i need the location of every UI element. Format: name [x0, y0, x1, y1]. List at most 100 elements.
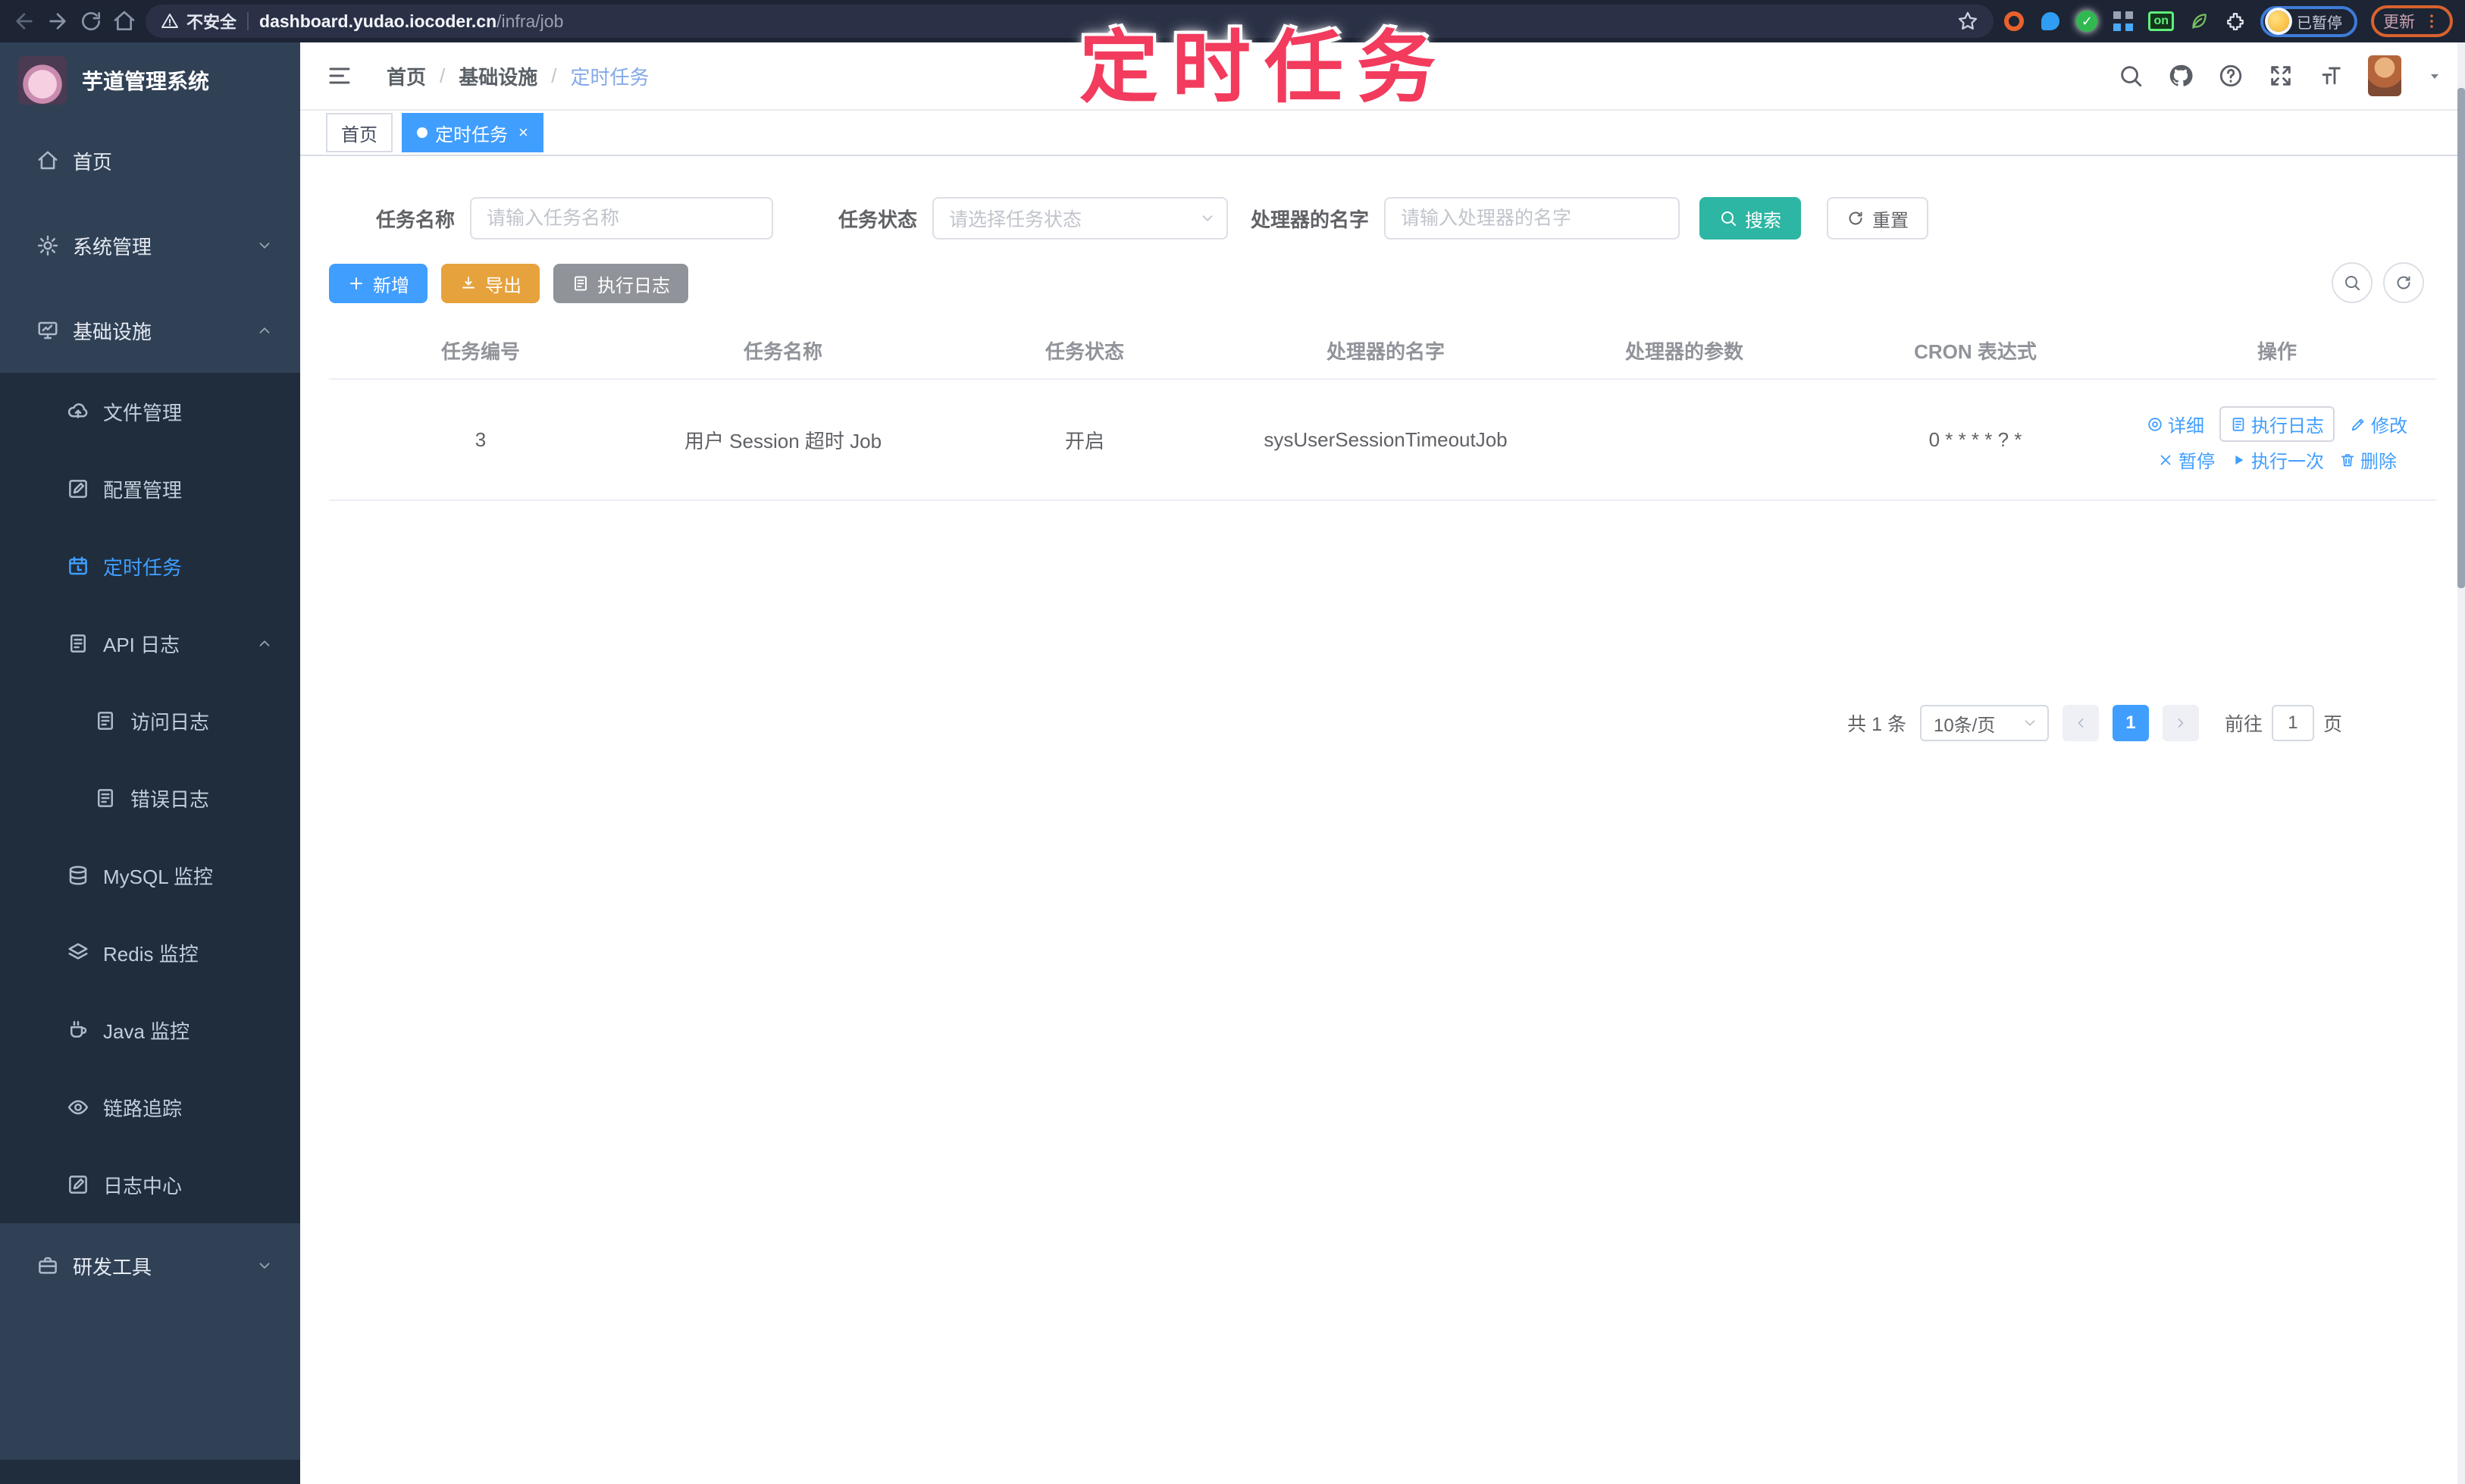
- browser-profile-chip[interactable]: 已暂停: [2260, 5, 2357, 37]
- sidebar-item-mysql-monitor[interactable]: MySQL 监控: [0, 837, 300, 914]
- sidebar-item-home[interactable]: 首页: [0, 118, 300, 203]
- chevron-down-icon: [256, 1257, 273, 1274]
- security-status[interactable]: 不安全: [161, 9, 236, 33]
- chevron-left-icon: [2073, 715, 2088, 731]
- sidebar-item-log-center[interactable]: 日志中心: [0, 1146, 300, 1223]
- plus-icon: [347, 274, 365, 293]
- sidebar-item-config-management[interactable]: 配置管理: [0, 450, 300, 528]
- sidebar-item-error-logs[interactable]: 错误日志: [0, 759, 300, 837]
- close-icon: [2157, 452, 2174, 468]
- address-bar[interactable]: 不安全 dashboard.yudao.iocoder.cn/infra/job: [146, 5, 1994, 38]
- bookmark-star-icon[interactable]: [1957, 11, 1978, 32]
- edit-square-icon: [67, 477, 89, 500]
- sidebar-item-redis-monitor[interactable]: Redis 监控: [0, 914, 300, 991]
- font-size-icon[interactable]: [2318, 63, 2344, 89]
- sidebar-item-java-monitor[interactable]: Java 监控: [0, 991, 300, 1069]
- refresh-icon: [1846, 209, 1865, 227]
- job-status-select[interactable]: 请选择任务状态: [932, 197, 1229, 240]
- add-button[interactable]: 新增: [329, 264, 428, 303]
- next-page-button[interactable]: [2162, 705, 2199, 741]
- breadcrumb-home[interactable]: 首页: [387, 62, 426, 90]
- logo-avatar: [18, 56, 67, 105]
- refresh-table-button[interactable]: [2383, 262, 2424, 303]
- github-icon[interactable]: [2168, 63, 2194, 89]
- page-unit-label: 页: [2322, 714, 2342, 735]
- exec-log-link[interactable]: 执行日志: [2219, 406, 2335, 442]
- page-size-select[interactable]: 10条/页: [1919, 705, 2049, 741]
- cell-handler-name: sysUserSessionTimeoutJob: [1264, 427, 1508, 451]
- export-button[interactable]: 导出: [441, 264, 540, 303]
- extension-on-badge[interactable]: on: [2148, 11, 2174, 31]
- user-avatar[interactable]: [2368, 55, 2401, 96]
- chevron-down-icon: [1199, 210, 1216, 227]
- chevron-right-icon: [2173, 715, 2188, 731]
- sidebar: 芋道管理系统 首页 系统管理 基础设施 文件管理 配置管理 定时任务 API 日…: [0, 42, 300, 1484]
- cell-job-name: 用户 Session 超时 Job: [684, 429, 882, 452]
- hamburger-icon[interactable]: [326, 62, 353, 89]
- question-icon[interactable]: [2218, 63, 2244, 89]
- fullscreen-icon[interactable]: [2268, 63, 2294, 89]
- sidebar-item-system-management[interactable]: 系统管理: [0, 203, 300, 288]
- sidebar-item-api-logs[interactable]: API 日志: [0, 605, 300, 682]
- prev-page-button[interactable]: [2062, 705, 2099, 741]
- profile-paused-label: 已暂停: [2297, 14, 2342, 32]
- menu-dots-icon[interactable]: [2423, 12, 2441, 30]
- delete-link[interactable]: 删除: [2339, 446, 2397, 473]
- edit-link[interactable]: 修改: [2350, 411, 2407, 437]
- extension-leaf-icon[interactable]: [2188, 10, 2210, 33]
- tab-scheduled-jobs[interactable]: 定时任务 ×: [402, 113, 543, 152]
- screen: 不安全 dashboard.yudao.iocoder.cn/infra/job…: [0, 0, 2465, 1484]
- search-icon: [2343, 274, 2361, 292]
- back-arrow-icon[interactable]: [12, 9, 36, 33]
- sidebar-item-dev-tools[interactable]: 研发工具: [0, 1223, 300, 1308]
- extension-orange-icon[interactable]: [2003, 10, 2025, 33]
- goto-label: 前往: [2224, 714, 2263, 735]
- job-name-input[interactable]: [470, 197, 774, 240]
- browser-update-chip[interactable]: 更新: [2371, 5, 2453, 37]
- run-once-link[interactable]: 执行一次: [2230, 446, 2324, 473]
- handler-name-input[interactable]: [1384, 197, 1680, 240]
- url-text: dashboard.yudao.iocoder.cn/infra/job: [259, 11, 564, 31]
- cell-operations: 详细 执行日志 修改 暂停 执行一次 删除: [2118, 393, 2436, 487]
- pause-link[interactable]: 暂停: [2157, 446, 2215, 473]
- sidebar-item-trace[interactable]: 链路追踪: [0, 1069, 300, 1146]
- gear-icon: [36, 234, 59, 257]
- chevron-down-icon: [256, 237, 273, 254]
- detail-link[interactable]: 详细: [2147, 411, 2204, 437]
- sidebar-item-infrastructure[interactable]: 基础设施: [0, 288, 300, 373]
- search-button[interactable]: 搜索: [1699, 197, 1802, 240]
- exec-log-button[interactable]: 执行日志: [553, 264, 688, 303]
- cell-cron: 0 * * * * ? *: [1928, 427, 2022, 451]
- pagination: 共 1 条 10条/页 1 前往 页: [1847, 705, 2342, 741]
- tab-close-icon[interactable]: ×: [518, 123, 528, 142]
- search-icon[interactable]: [2118, 63, 2144, 89]
- document-icon: [94, 709, 117, 732]
- logo-row[interactable]: 芋道管理系统: [0, 42, 300, 118]
- view-icon: [2147, 416, 2163, 433]
- scrollbar-thumb[interactable]: [2457, 88, 2465, 588]
- forward-arrow-icon[interactable]: [45, 9, 70, 33]
- reload-icon[interactable]: [79, 9, 103, 33]
- caret-down-icon[interactable]: [2426, 67, 2444, 85]
- current-page-button[interactable]: 1: [2112, 705, 2149, 741]
- page-scrollbar[interactable]: [2457, 42, 2465, 1484]
- refresh-icon: [2395, 274, 2413, 292]
- sidebar-item-scheduled-jobs[interactable]: 定时任务: [0, 528, 300, 605]
- monitor-icon: [36, 319, 59, 342]
- extension-blue-icon[interactable]: [2039, 10, 2062, 33]
- reset-button[interactable]: 重置: [1827, 197, 1929, 240]
- extensions-puzzle-icon[interactable]: [2224, 10, 2247, 33]
- goto-page-input[interactable]: [2271, 705, 2314, 741]
- extension-green-check-icon[interactable]: ✓: [2075, 10, 2098, 33]
- toggle-search-button[interactable]: [2332, 262, 2373, 303]
- database-icon: [67, 864, 89, 887]
- extension-grid-icon[interactable]: [2112, 10, 2135, 33]
- breadcrumb-infrastructure[interactable]: 基础设施: [459, 62, 537, 90]
- layers-icon: [67, 941, 89, 964]
- home-icon[interactable]: [112, 9, 136, 33]
- sidebar-item-access-logs[interactable]: 访问日志: [0, 682, 300, 759]
- active-tab-dot: [417, 127, 428, 138]
- tab-home[interactable]: 首页: [326, 113, 393, 152]
- sidebar-item-file-management[interactable]: 文件管理: [0, 373, 300, 450]
- breadcrumb: 首页 / 基础设施 / 定时任务: [387, 62, 650, 90]
